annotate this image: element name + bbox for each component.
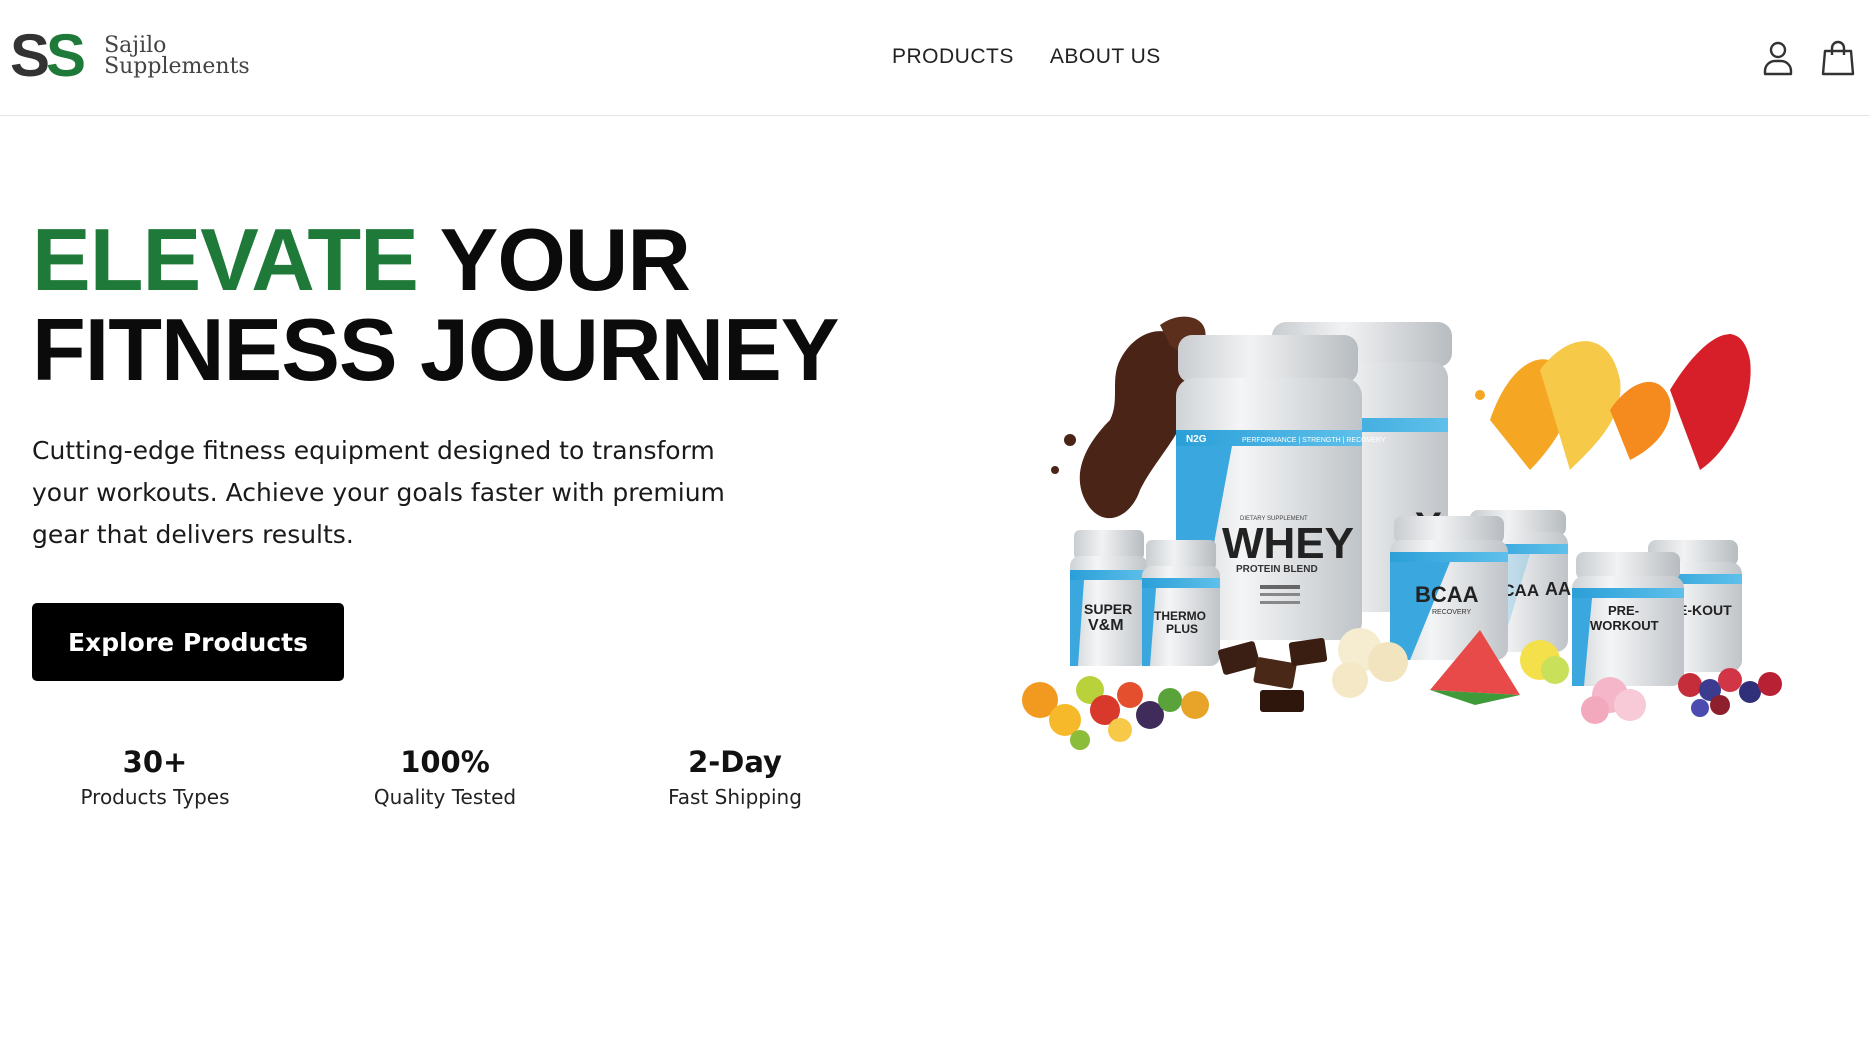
logo-mark: SS bbox=[10, 26, 86, 86]
stat-quality-tested: 100% Quality Tested bbox=[320, 742, 570, 812]
hero-title-line1-rest: YOUR bbox=[439, 210, 691, 309]
svg-text:E-KOUT: E-KOUT bbox=[1678, 602, 1732, 618]
user-icon[interactable] bbox=[1758, 38, 1798, 78]
logo-mark-right: S bbox=[46, 22, 86, 89]
hero-title-line2: FITNESS JOURNEY bbox=[32, 300, 839, 399]
svg-text:PRE-: PRE- bbox=[1608, 603, 1639, 618]
explore-products-button[interactable]: Explore Products bbox=[32, 603, 344, 681]
svg-text:WHEY: WHEY bbox=[1222, 519, 1354, 568]
stat-value: 100% bbox=[400, 745, 490, 779]
nav-item-about-us[interactable]: ABOUT US bbox=[1050, 45, 1161, 69]
logo-mark-left: S bbox=[10, 22, 50, 89]
main-nav: PRODUCTS ABOUT US bbox=[892, 45, 1161, 69]
stat-value: 2-Day bbox=[688, 745, 782, 779]
logo-wordmark: Sajilo Supplements bbox=[104, 33, 250, 79]
svg-text:BCAA: BCAA bbox=[1415, 582, 1479, 607]
shopping-bag-icon[interactable] bbox=[1818, 38, 1858, 78]
nav-item-products[interactable]: PRODUCTS bbox=[892, 45, 1014, 69]
svg-text:RECOVERY: RECOVERY bbox=[1432, 609, 1471, 616]
stat-value: 30+ bbox=[122, 745, 188, 779]
stat-label: Fast Shipping bbox=[668, 785, 802, 809]
hero-product-image: Y N2G PERFORMANCE | STRENGTH | RECOVERY … bbox=[1010, 300, 1810, 750]
svg-text:PLUS: PLUS bbox=[1166, 622, 1198, 636]
svg-text:PROTEIN BLEND: PROTEIN BLEND bbox=[1236, 564, 1318, 575]
stat-products-types: 30+ Products Types bbox=[30, 742, 280, 812]
svg-text:WORKOUT: WORKOUT bbox=[1590, 618, 1659, 633]
svg-text:SUPER: SUPER bbox=[1084, 601, 1132, 617]
svg-text:N2G: N2G bbox=[1186, 434, 1207, 445]
svg-text:PERFORMANCE | STRENGTH | RECOV: PERFORMANCE | STRENGTH | RECOVERY bbox=[1242, 437, 1386, 444]
logo-line-1: Sajilo bbox=[104, 33, 167, 58]
hero-title-accent: ELEVATE bbox=[32, 210, 419, 309]
hero-title: ELEVATE YOUR FITNESS JOURNEY bbox=[32, 215, 839, 395]
svg-text:V&M: V&M bbox=[1088, 617, 1124, 634]
stat-fast-shipping: 2-Day Fast Shipping bbox=[610, 742, 860, 812]
logo-line-2: Supplements bbox=[104, 54, 250, 79]
stat-label: Products Types bbox=[80, 785, 230, 809]
stat-label: Quality Tested bbox=[373, 785, 517, 809]
svg-text:AA: AA bbox=[1545, 579, 1571, 599]
stats-row: 30+ Products Types 100% Quality Tested 2… bbox=[30, 742, 840, 822]
brand-logo[interactable]: SS Sajilo Supplements bbox=[10, 26, 250, 86]
hero-description: Cutting-edge fitness equipment designed … bbox=[32, 436, 725, 549]
site-header: SS Sajilo Supplements PRODUCTS ABOUT US bbox=[0, 0, 1870, 116]
svg-text:THERMO: THERMO bbox=[1154, 609, 1206, 623]
